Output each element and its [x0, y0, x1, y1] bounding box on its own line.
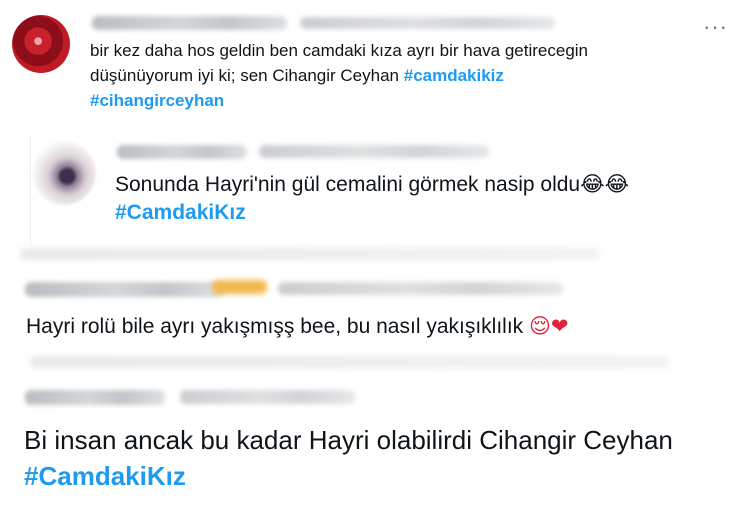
blurred-handle — [300, 17, 555, 29]
avatar[interactable] — [12, 15, 70, 73]
tweet-3[interactable]: Hayri rolü bile ayrı yakışmışş bee, bu n… — [0, 248, 750, 370]
blurred-username — [92, 16, 287, 30]
blurred-handle — [180, 390, 355, 404]
tweet-text-line-1: Sonunda Hayri'nin gül cemalini görmek na… — [115, 171, 629, 198]
blurred-username — [25, 282, 225, 297]
avatar[interactable] — [32, 141, 96, 205]
hashtag-link[interactable]: #CamdakiKız — [115, 199, 246, 226]
blurred-footer — [30, 356, 670, 368]
tweet-text: Hayri rolü bile ayrı yakışmışş bee, bu n… — [26, 315, 524, 338]
hashtag-link[interactable]: #CamdakiKız — [24, 460, 186, 493]
blurred-banner — [20, 248, 600, 260]
tweet-1[interactable]: ··· bir kez daha hos geldin ben camdaki … — [0, 0, 750, 128]
laughing-tears-emoji-icon: 😂😂 — [580, 172, 630, 196]
tweet-text-line-1: bir kez daha hos geldin ben camdaki kıza… — [90, 41, 589, 60]
tweet-text-line-2: düşünüyorum iyi ki; sen Cihangir Ceyhan … — [90, 65, 504, 87]
blurred-username — [117, 145, 247, 159]
tweet-text-line-1: Hayri rolü bile ayrı yakışmışş bee, bu n… — [26, 314, 569, 339]
blurred-handle — [259, 145, 489, 158]
relieved-heart-emoji-icon: 😌❤ — [529, 314, 569, 338]
blurred-badge — [212, 280, 267, 294]
blurred-handle — [278, 282, 563, 295]
tweet-2[interactable]: Sonunda Hayri'nin gül cemalini görmek na… — [30, 135, 750, 245]
hashtag-link[interactable]: #camdakikiz — [404, 66, 504, 85]
hashtag-link[interactable]: #cihangirceyhan — [90, 90, 224, 112]
blurred-username — [25, 390, 165, 405]
tweet-text-line-1: Bi insan ancak bu kadar Hayri olabilirdi… — [24, 425, 673, 455]
more-options-icon[interactable]: ··· — [703, 14, 728, 40]
tweet-text: Sonunda Hayri'nin gül cemalini görmek na… — [115, 173, 581, 196]
tweet-text: düşünüyorum iyi ki; sen Cihangir Ceyhan — [90, 66, 399, 85]
tweet-4[interactable]: Bi insan ancak bu kadar Hayri olabilirdi… — [0, 380, 750, 513]
